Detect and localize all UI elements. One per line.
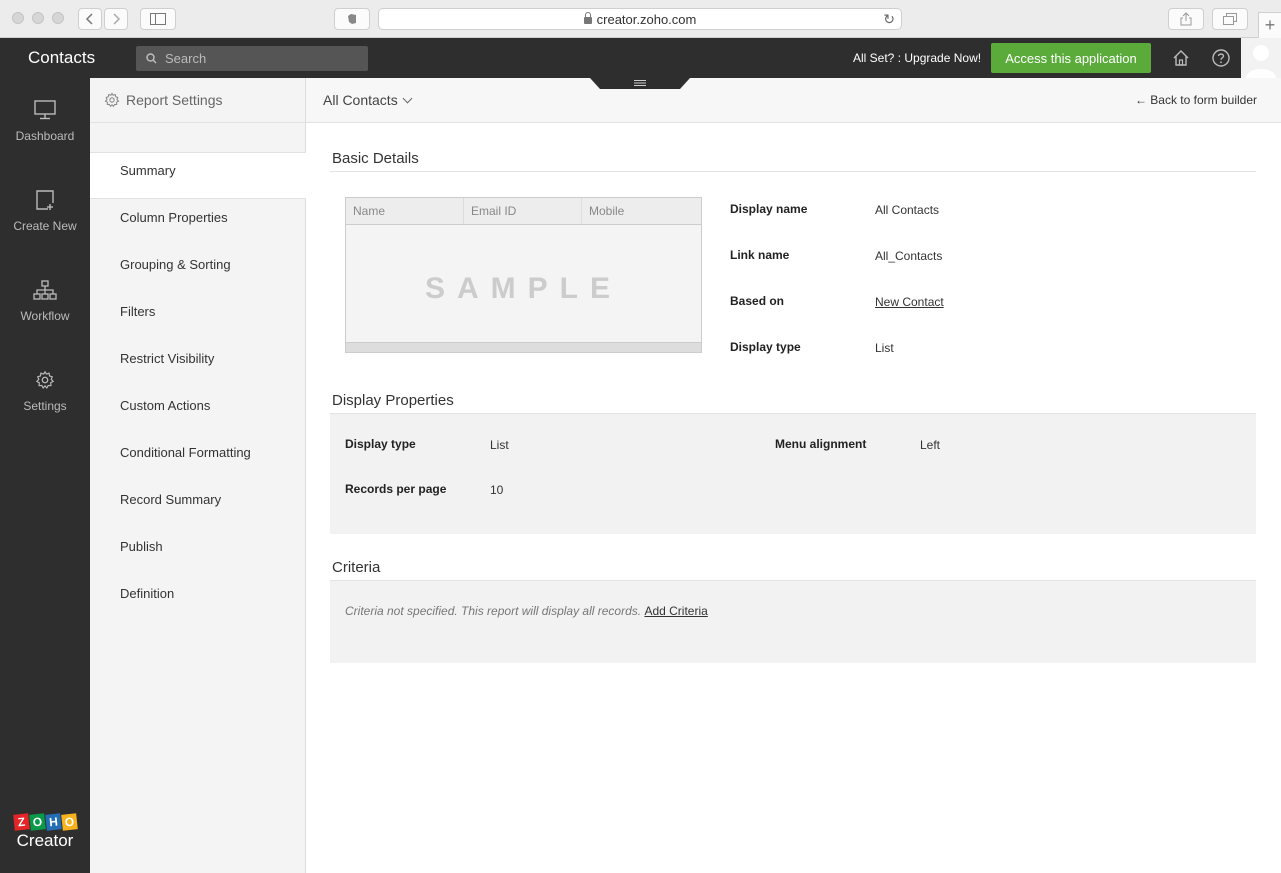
search-box[interactable]	[136, 46, 368, 71]
menu-item-custom-actions[interactable]: Custom Actions	[90, 387, 306, 434]
menu-item-record-summary[interactable]: Record Summary	[90, 481, 306, 528]
display-name-label: Display name	[730, 202, 808, 216]
chevron-left-icon	[85, 13, 93, 25]
divider	[330, 171, 1256, 172]
display-type-value: List	[875, 341, 894, 355]
display-name-value: All Contacts	[875, 203, 940, 217]
sample-column-name: Name	[346, 198, 464, 224]
display-properties-panel	[330, 414, 1256, 534]
report-selector[interactable]: All Contacts	[323, 92, 413, 108]
criteria-message-text: Criteria not specified. This report will…	[345, 604, 642, 618]
upgrade-link[interactable]: All Set? : Upgrade Now!	[853, 38, 981, 78]
evernote-icon	[348, 14, 356, 24]
gear-icon	[104, 92, 120, 108]
sample-preview: Name Email ID Mobile SAMPLE	[345, 197, 702, 353]
menu-item-column-properties[interactable]: Column Properties	[90, 199, 306, 246]
avatar[interactable]	[1241, 38, 1281, 78]
rail-label: Dashboard	[15, 129, 75, 143]
menu-item-summary[interactable]: Summary	[90, 152, 306, 199]
plus-icon: +	[1264, 15, 1276, 35]
report-settings-sidebar: Report Settings Summary Column Propertie…	[90, 78, 306, 873]
tabs-overview-button[interactable]	[1212, 8, 1248, 30]
gear-icon	[35, 370, 55, 390]
minimize-window-button[interactable]	[32, 12, 44, 24]
zoom-window-button[interactable]	[52, 12, 64, 24]
chevron-right-icon	[113, 13, 121, 25]
back-nav-button[interactable]	[78, 8, 102, 30]
sample-scrollbar	[346, 342, 701, 352]
extension-button[interactable]	[334, 8, 370, 30]
based-on-label: Based on	[730, 294, 785, 308]
search-icon	[146, 53, 157, 64]
url-bar[interactable]: creator.zoho.com ↻	[378, 8, 902, 30]
home-icon[interactable]	[1171, 48, 1191, 68]
dp-display-type-label: Display type	[345, 437, 416, 451]
new-tab-button[interactable]: +	[1258, 12, 1281, 38]
help-icon[interactable]	[1211, 48, 1231, 68]
sidebar-icon	[150, 13, 166, 25]
link-name-value: All_Contacts	[875, 249, 943, 263]
report-settings-title: Report Settings	[126, 92, 223, 108]
rail-label: Workflow	[20, 309, 70, 323]
back-to-form-builder-link[interactable]: ← Back to form builder	[1135, 93, 1257, 107]
criteria-panel	[330, 581, 1256, 663]
sample-column-email: Email ID	[464, 198, 582, 224]
settings-menu: Summary Column Properties Grouping & Sor…	[90, 152, 306, 622]
app-header: Contacts All Set? : Upgrade Now! Access …	[0, 38, 1281, 78]
share-button[interactable]	[1168, 8, 1204, 30]
collapse-header-tab[interactable]	[590, 78, 690, 89]
menu-item-definition[interactable]: Definition	[90, 575, 306, 622]
menu-item-publish[interactable]: Publish	[90, 528, 306, 575]
dp-display-type-value: List	[490, 438, 509, 452]
based-on-link[interactable]: New Contact	[875, 295, 944, 309]
forward-nav-button[interactable]	[104, 8, 128, 30]
records-per-page-label: Records per page	[345, 482, 447, 496]
chevron-down-icon	[402, 93, 413, 104]
basic-details-title: Basic Details	[332, 150, 419, 167]
sample-column-mobile: Mobile	[589, 204, 625, 218]
reload-icon[interactable]: ↻	[883, 11, 895, 28]
report-settings-header: Report Settings	[90, 78, 305, 123]
link-name-label: Link name	[730, 248, 790, 262]
rail-label: Settings	[23, 399, 67, 413]
menu-item-filters[interactable]: Filters	[90, 293, 306, 340]
app-title: Contacts	[28, 48, 96, 67]
zoho-creator-logo: Z O H O Creator	[12, 813, 78, 851]
display-type-label: Display type	[730, 340, 801, 354]
rail-label: Create New	[13, 219, 77, 233]
menu-item-restrict-visibility[interactable]: Restrict Visibility	[90, 340, 306, 387]
rail-item-dashboard[interactable]: Dashboard	[0, 100, 90, 180]
monitor-icon	[34, 100, 56, 120]
logo-text: Creator	[16, 831, 74, 850]
search-input[interactable]	[165, 51, 355, 66]
records-per-page-value: 10	[490, 483, 504, 497]
sidebar-toggle-button[interactable]	[140, 8, 176, 30]
menu-item-conditional-formatting[interactable]: Conditional Formatting	[90, 434, 306, 481]
sample-watermark: SAMPLE	[424, 272, 622, 305]
rail-item-workflow[interactable]: Workflow	[0, 280, 90, 360]
left-rail: Dashboard Create New Workflow Settings Z…	[0, 78, 90, 873]
browser-toolbar: creator.zoho.com ↻ +	[0, 0, 1281, 38]
access-application-button[interactable]: Access this application	[991, 43, 1151, 73]
add-criteria-link[interactable]: Add Criteria	[644, 604, 707, 618]
workflow-icon	[33, 280, 57, 300]
report-header: All Contacts ← Back to form builder	[306, 78, 1281, 123]
share-icon	[1180, 12, 1192, 26]
lock-icon	[583, 11, 592, 24]
criteria-message: Criteria not specified. This report will…	[345, 604, 708, 618]
menu-alignment-value: Left	[920, 438, 941, 452]
rail-item-create-new[interactable]: Create New	[0, 190, 90, 270]
display-properties-title: Display Properties	[332, 392, 454, 409]
add-page-icon	[36, 190, 54, 210]
sample-table-header: Name Email ID Mobile	[346, 198, 701, 225]
menu-item-grouping-sorting[interactable]: Grouping & Sorting	[90, 246, 306, 293]
report-name: All Contacts	[323, 92, 398, 108]
criteria-title: Criteria	[332, 559, 381, 576]
menu-alignment-label: Menu alignment	[775, 437, 867, 451]
tabs-icon	[1223, 13, 1237, 25]
rail-item-settings[interactable]: Settings	[0, 370, 90, 450]
url-text: creator.zoho.com	[596, 11, 697, 27]
user-icon	[1246, 45, 1276, 78]
close-window-button[interactable]	[12, 12, 24, 24]
